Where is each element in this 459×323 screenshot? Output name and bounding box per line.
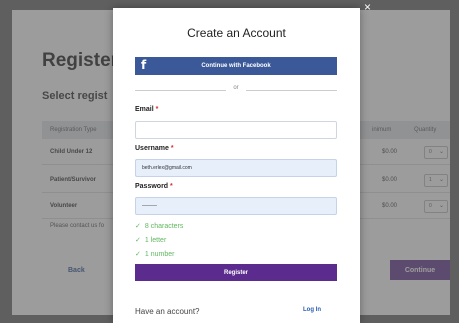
password-label: Password * <box>135 183 173 190</box>
row-type: Patient/Survivor <box>50 177 97 183</box>
or-divider-text: or <box>226 85 246 91</box>
rule-text: 8 characters <box>144 223 184 230</box>
required-marker: * <box>155 106 159 113</box>
password-rule: ✓ 8 characters <box>135 222 183 230</box>
facebook-login-button[interactable]: f Continue with Facebook <box>135 57 337 75</box>
quantity-select[interactable]: 1 ⌄ <box>424 174 448 187</box>
row-price: $0.00 <box>382 177 398 183</box>
chevron-down-icon: ⌄ <box>438 177 444 183</box>
column-header-type: Registration Type <box>50 127 97 133</box>
check-icon: ✓ <box>135 251 141 258</box>
row-type: Volunteer <box>50 203 78 209</box>
email-field[interactable] <box>135 121 337 139</box>
modal-title: Create an Account <box>187 26 286 40</box>
register-button[interactable]: Register <box>135 264 337 281</box>
continue-button[interactable]: Continue <box>390 260 450 280</box>
email-label: Email * <box>135 106 158 113</box>
facebook-button-label: Continue with Facebook <box>201 63 271 69</box>
password-field[interactable]: ——— <box>135 197 337 215</box>
check-icon: ✓ <box>135 223 141 230</box>
rule-text: 1 letter <box>144 237 167 244</box>
close-icon[interactable]: × <box>364 0 371 14</box>
username-value: beth.erlex@gmail.com <box>142 165 192 171</box>
check-icon: ✓ <box>135 237 141 244</box>
section-title: Select regist <box>42 90 108 102</box>
quantity-select[interactable]: 0 ⌄ <box>424 146 448 159</box>
quantity-value: 1 <box>429 177 432 183</box>
row-price: $0.00 <box>382 203 398 209</box>
column-header-minimum: inimum <box>372 127 392 133</box>
row-price: $0.00 <box>382 149 398 155</box>
quantity-select[interactable]: 0 ⌄ <box>424 200 448 213</box>
chevron-down-icon: ⌄ <box>438 149 444 155</box>
quantity-value: 0 <box>429 203 432 209</box>
column-header-quantity: Quantity <box>414 127 437 133</box>
login-link[interactable]: Log In <box>303 307 321 313</box>
have-account-text: Have an account? <box>135 307 200 316</box>
email-label-text: Email <box>135 106 154 113</box>
required-marker: * <box>170 183 173 190</box>
quantity-value: 0 <box>429 149 432 155</box>
username-label-text: Username <box>135 145 169 152</box>
contact-note: Please contact us fo <box>50 223 105 229</box>
password-rule: ✓ 1 number <box>135 250 174 258</box>
password-value: ——— <box>142 203 157 209</box>
back-button[interactable]: Back <box>68 267 85 274</box>
username-label: Username * <box>135 145 174 152</box>
row-type: Child Under 12 <box>50 149 93 155</box>
create-account-modal: Create an Account f Continue with Facebo… <box>113 8 360 323</box>
username-field[interactable]: beth.erlex@gmail.com <box>135 159 337 177</box>
chevron-down-icon: ⌄ <box>438 203 444 209</box>
password-rule: ✓ 1 letter <box>135 236 166 244</box>
required-marker: * <box>170 145 174 152</box>
rule-text: 1 number <box>144 251 175 258</box>
password-label-text: Password <box>135 183 169 190</box>
page-title: Register <box>42 50 119 71</box>
